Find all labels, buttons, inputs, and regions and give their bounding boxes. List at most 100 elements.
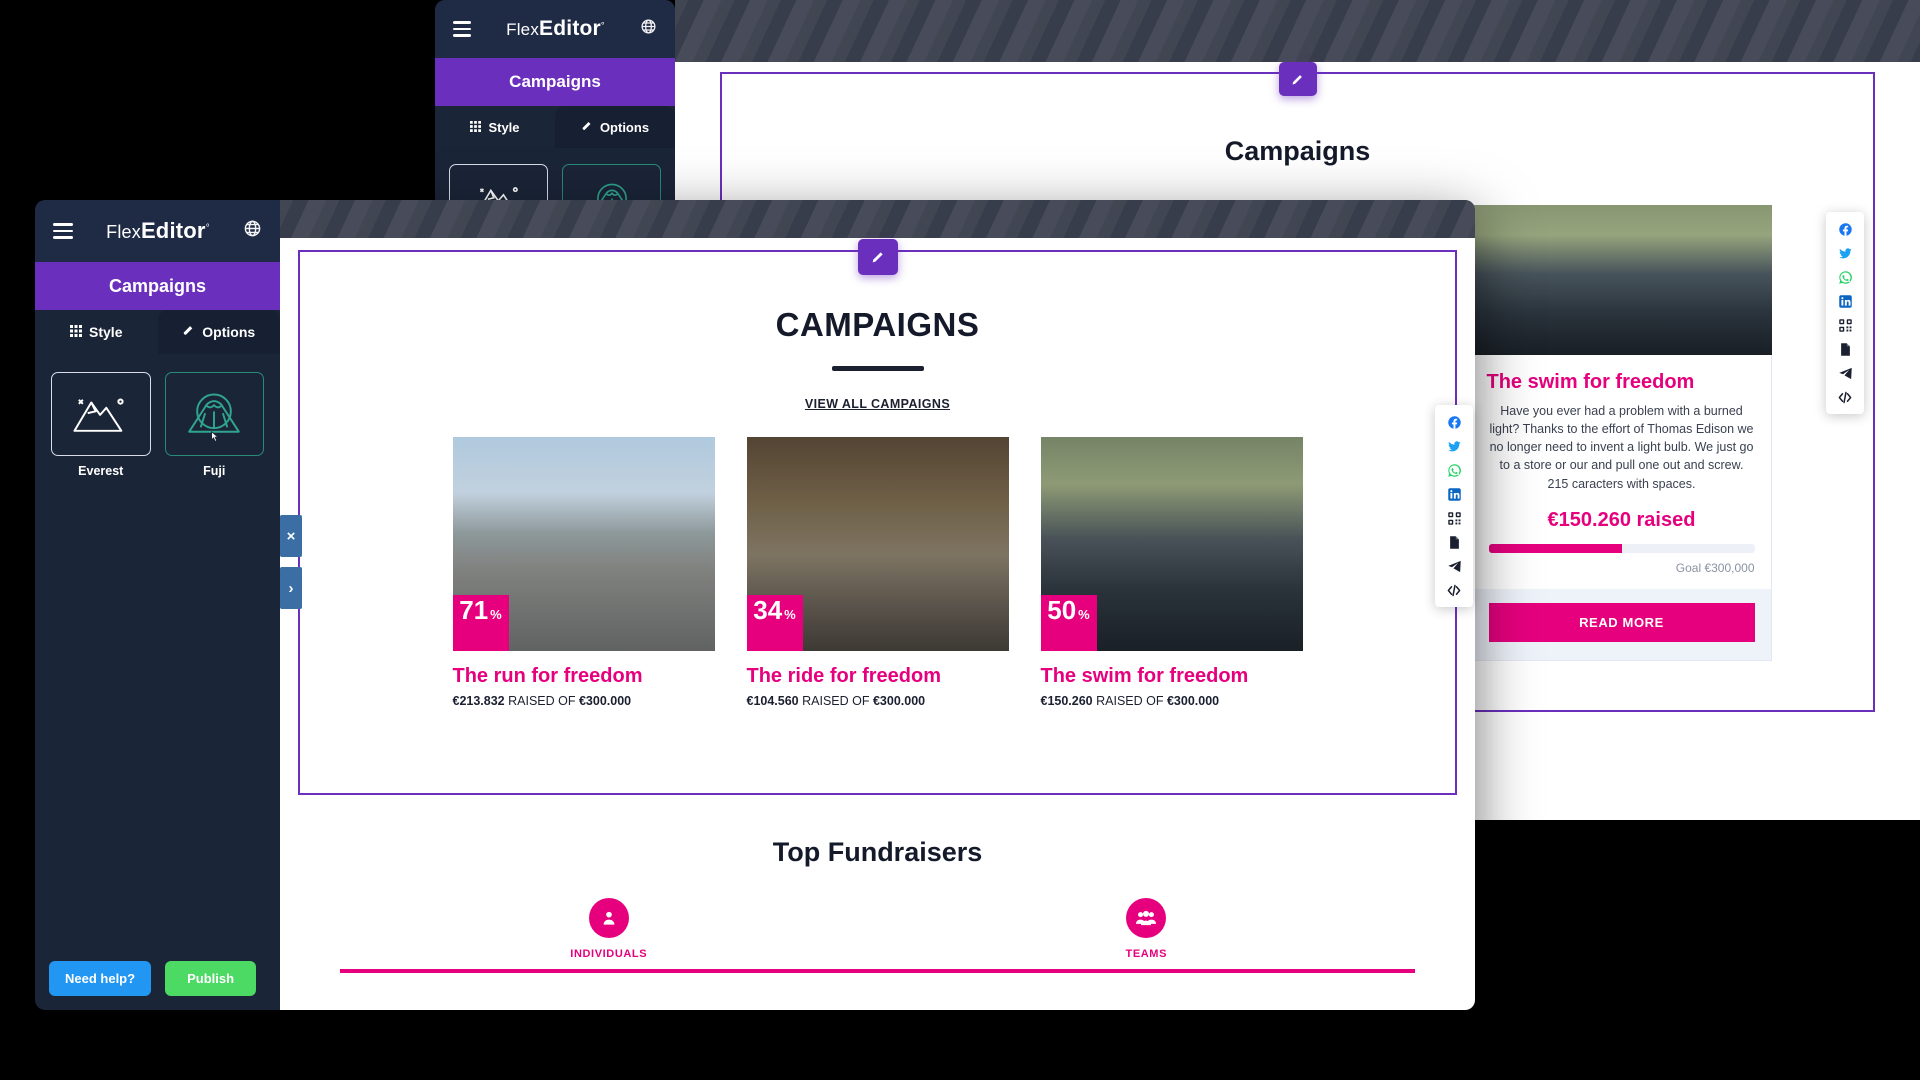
tab-options-label-back: Options bbox=[599, 119, 650, 135]
person-icon bbox=[588, 898, 629, 938]
page-canvas-front: CAMPAIGNS VIEW ALL CAMPAIGNS 71% The run… bbox=[280, 200, 1475, 1010]
brand-degree: ° bbox=[600, 20, 605, 31]
linkedin-icon[interactable] bbox=[1442, 484, 1466, 504]
need-help-button[interactable]: Need help? bbox=[49, 961, 152, 996]
grid-icon bbox=[470, 120, 482, 135]
pencil-icon bbox=[872, 252, 883, 263]
linkedin-icon[interactable] bbox=[1833, 291, 1857, 311]
fundraiser-tab-label: INDIVIDUALS bbox=[570, 948, 648, 960]
campaign-card[interactable]: The swim for freedom Have you ever had a… bbox=[1471, 205, 1772, 661]
tab-active-underline bbox=[340, 969, 878, 973]
campaign-title: The run for freedom bbox=[452, 665, 643, 687]
campaign-cards-front: 71% The run for freedom €213.832 RAISED … bbox=[300, 437, 1455, 708]
mouse-cursor-icon bbox=[206, 430, 222, 453]
tab-style-label-back: Style bbox=[488, 119, 520, 135]
embed-code-icon[interactable] bbox=[1442, 580, 1466, 600]
percent-symbol: % bbox=[490, 607, 502, 622]
campaign-percent-badge: 50% bbox=[1040, 595, 1097, 651]
campaign-title: The ride for freedom bbox=[746, 665, 941, 687]
goal-label: Goal €300,000 bbox=[1675, 560, 1755, 575]
document-icon[interactable] bbox=[1833, 339, 1857, 359]
section-title-front: CAMPAIGNS bbox=[775, 306, 980, 343]
edit-section-button-front[interactable] bbox=[857, 239, 898, 275]
whatsapp-icon[interactable] bbox=[1833, 267, 1857, 287]
campaign-image: 34% bbox=[746, 437, 1009, 651]
editor-topbar-front: FlexEditor° bbox=[35, 200, 280, 262]
qr-code-icon[interactable] bbox=[1442, 508, 1466, 528]
publish-button[interactable]: Publish bbox=[165, 961, 257, 996]
editor-topbar-back: FlexEditor° bbox=[435, 0, 675, 58]
tab-style-label-front: Style bbox=[89, 324, 123, 340]
mountain-peaks-icon bbox=[73, 398, 124, 432]
twitter-icon[interactable] bbox=[1442, 436, 1466, 456]
social-share-rail-front bbox=[1435, 405, 1473, 607]
brand-degree: ° bbox=[205, 223, 210, 234]
whatsapp-icon[interactable] bbox=[1442, 460, 1466, 480]
campaign-meta: €104.560 RAISED OF €300.000 bbox=[747, 694, 1009, 708]
fundraiser-tab-individuals[interactable]: INDIVIDUALS bbox=[340, 898, 878, 973]
tab-style-back[interactable]: Style bbox=[435, 106, 555, 148]
expand-panel-handle[interactable]: › bbox=[280, 567, 302, 609]
qr-code-icon[interactable] bbox=[1833, 315, 1857, 335]
campaign-card[interactable]: 50% The swim for freedom €150.260 RAISED… bbox=[1040, 437, 1303, 708]
brand-logo: FlexEditor° bbox=[506, 17, 605, 41]
globe-icon[interactable] bbox=[243, 219, 262, 243]
pencil-icon bbox=[1292, 74, 1302, 84]
document-icon[interactable] bbox=[1442, 532, 1466, 552]
facebook-icon[interactable] bbox=[1442, 412, 1466, 432]
campaign-detail-card: The swim for freedom Have you ever had a… bbox=[1471, 355, 1772, 661]
percent-symbol: % bbox=[1078, 607, 1090, 622]
hero-strip-back bbox=[675, 0, 1920, 62]
campaign-goal: €300.000 bbox=[872, 694, 926, 708]
globe-icon[interactable] bbox=[640, 18, 657, 40]
screenshot-root: Campaigns The swim for freedom Have you … bbox=[0, 0, 1920, 1080]
percent-value: 50 bbox=[1047, 595, 1077, 625]
style-card-fuji[interactable]: Fuji bbox=[164, 372, 264, 478]
percent-value: 34 bbox=[753, 595, 783, 625]
progress-fill bbox=[1488, 543, 1622, 553]
style-card-everest[interactable]: Everest bbox=[51, 372, 151, 478]
title-divider bbox=[831, 366, 924, 371]
campaign-image bbox=[1471, 205, 1772, 355]
campaigns-section-front: CAMPAIGNS VIEW ALL CAMPAIGNS 71% The run… bbox=[298, 239, 1457, 795]
read-more-button[interactable]: READ MORE bbox=[1488, 602, 1755, 642]
percent-value: 71 bbox=[459, 595, 489, 625]
editor-section-title-front: Campaigns bbox=[35, 262, 280, 310]
close-icon: × bbox=[286, 527, 296, 545]
facebook-icon[interactable] bbox=[1833, 219, 1857, 239]
hero-strip-front bbox=[280, 200, 1475, 238]
style-label-everest: Everest bbox=[78, 464, 124, 478]
tab-options-front[interactable]: Options bbox=[157, 310, 280, 354]
campaign-raised: €150.260 bbox=[1040, 694, 1093, 708]
hamburger-icon[interactable] bbox=[53, 222, 73, 240]
campaign-card[interactable]: 71% The run for freedom €213.832 RAISED … bbox=[452, 437, 715, 708]
brand-editor: Editor bbox=[539, 17, 601, 40]
campaign-raised-of: RAISED OF bbox=[1096, 694, 1164, 708]
chevron-right-icon: › bbox=[288, 579, 294, 597]
twitter-icon[interactable] bbox=[1833, 243, 1857, 263]
tab-style-front[interactable]: Style bbox=[35, 310, 158, 354]
brush-icon bbox=[581, 120, 593, 135]
brand-logo: FlexEditor° bbox=[106, 218, 210, 244]
fundraiser-tabs: INDIVIDUALS TEAMS bbox=[340, 898, 1415, 973]
tab-active-underline bbox=[877, 969, 1415, 973]
campaign-card[interactable]: 34% The ride for freedom €104.560 RAISED… bbox=[746, 437, 1009, 708]
people-group-icon bbox=[1126, 898, 1167, 938]
tab-options-back[interactable]: Options bbox=[555, 106, 675, 148]
close-panel-handle[interactable]: × bbox=[280, 515, 302, 557]
grid-icon bbox=[70, 324, 83, 340]
hamburger-icon[interactable] bbox=[453, 21, 471, 37]
telegram-send-icon[interactable] bbox=[1442, 556, 1466, 576]
campaign-goal: €300.000 bbox=[578, 694, 632, 708]
social-share-rail-back bbox=[1826, 212, 1864, 414]
brand-flex: Flex bbox=[506, 20, 540, 39]
view-all-campaigns-link[interactable]: VIEW ALL CAMPAIGNS bbox=[300, 397, 1455, 411]
telegram-send-icon[interactable] bbox=[1833, 363, 1857, 383]
campaign-raised-of: RAISED OF bbox=[802, 694, 870, 708]
fundraiser-tab-teams[interactable]: TEAMS bbox=[877, 898, 1415, 973]
embed-code-icon[interactable] bbox=[1833, 387, 1857, 407]
campaign-percent-badge: 71% bbox=[452, 595, 509, 651]
edit-section-button-back[interactable] bbox=[1278, 62, 1317, 96]
editor-window-front: CAMPAIGNS VIEW ALL CAMPAIGNS 71% The run… bbox=[35, 200, 1475, 1010]
detail-raised-amount: €150.260 raised bbox=[1547, 508, 1696, 531]
